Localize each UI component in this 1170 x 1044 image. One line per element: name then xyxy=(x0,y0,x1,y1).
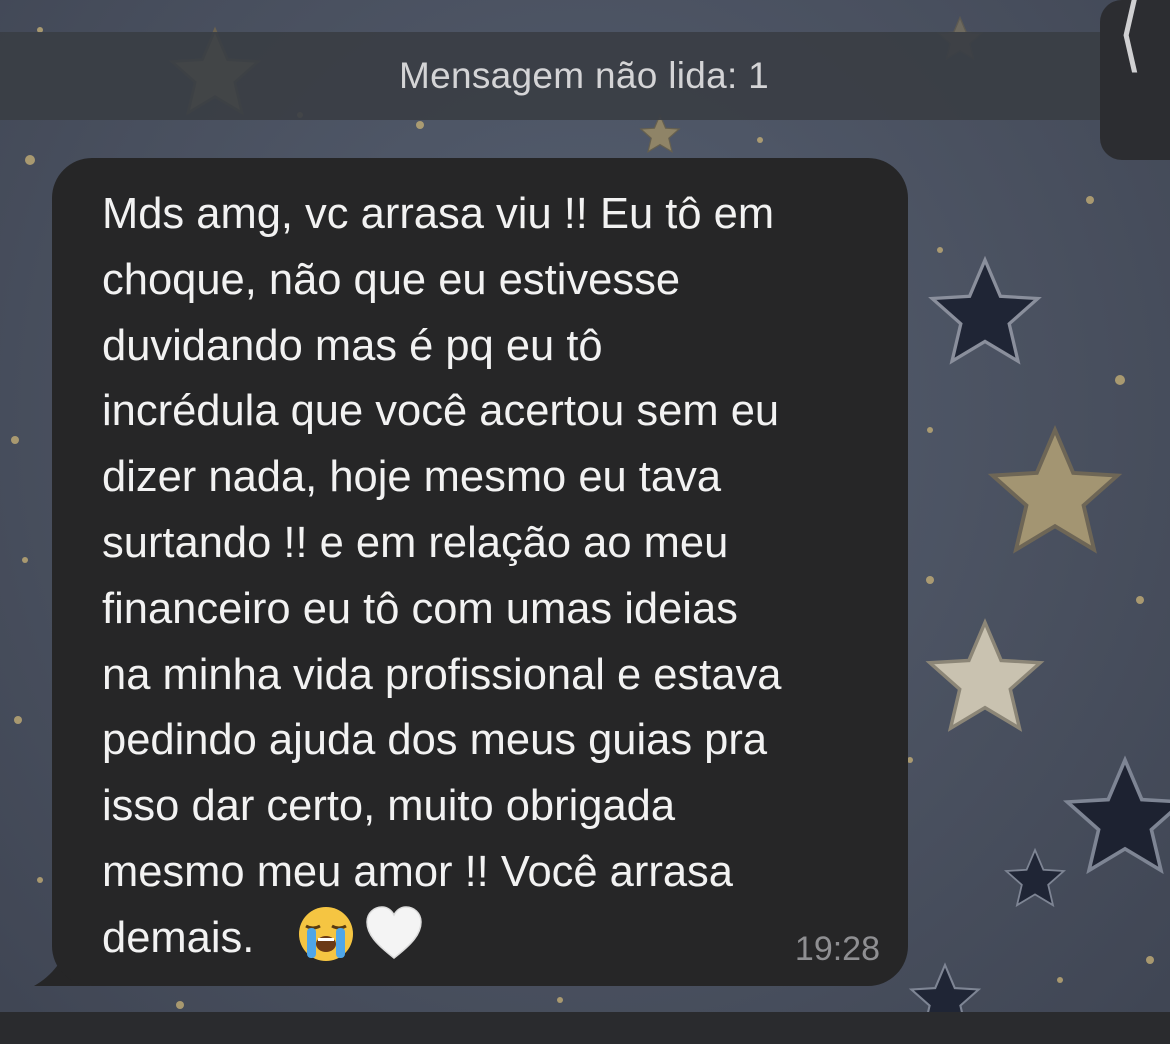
loudly-crying-face-emoji xyxy=(299,907,353,961)
cream-star xyxy=(928,620,1042,731)
composer-bar-edge xyxy=(0,1012,1170,1044)
message-bubble: Mds amg, vc arrasa viu !! Eu tô em choqu… xyxy=(52,158,908,986)
navy-star-3 xyxy=(1005,849,1065,907)
chevron-left-icon[interactable]: ⟨ xyxy=(1118,0,1142,75)
incoming-message[interactable]: Mds amg, vc arrasa viu !! Eu tô em choqu… xyxy=(30,158,910,988)
message-text: Mds amg, vc arrasa viu !! Eu tô em choqu… xyxy=(102,190,782,962)
white-heart-emoji xyxy=(366,906,422,959)
small-star-2 xyxy=(640,114,680,153)
unread-messages-banner: Mensagem não lida: 1 xyxy=(0,32,1170,120)
unread-count-label: Mensagem não lida: 1 xyxy=(398,55,770,96)
navy-star-1 xyxy=(930,258,1040,363)
navy-star-2 xyxy=(1065,758,1170,873)
gold-star-2 xyxy=(990,428,1120,552)
emoji-row xyxy=(296,904,424,964)
message-timestamp: 19:28 xyxy=(794,930,880,968)
